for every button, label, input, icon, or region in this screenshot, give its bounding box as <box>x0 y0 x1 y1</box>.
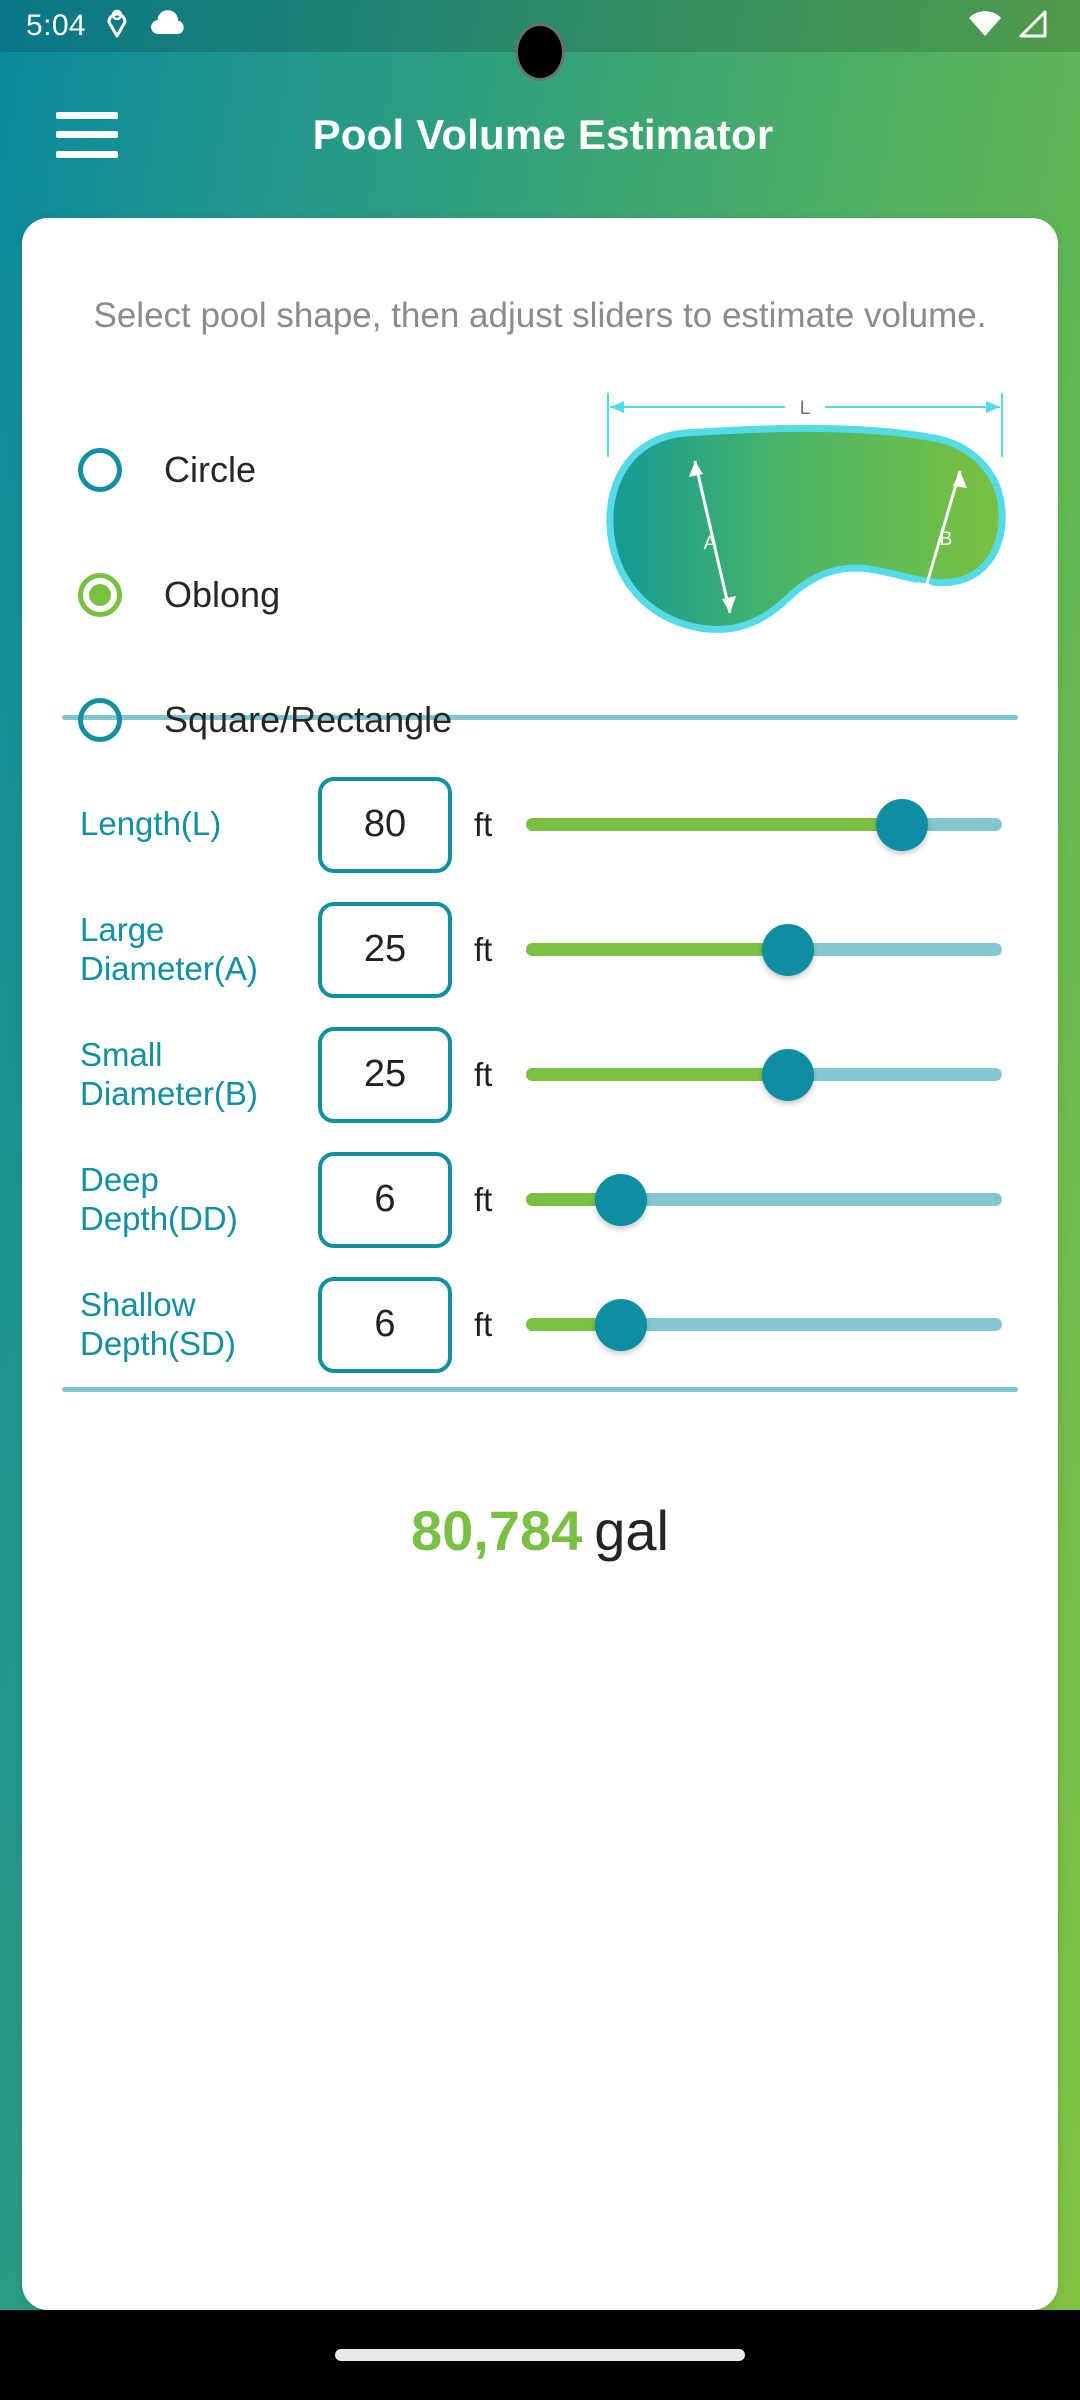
shape-radio-group: Circle Oblong Square/Rectangle <box>78 407 548 782</box>
input-unit-large-diameter: ft <box>474 930 493 968</box>
shape-selector-section: Circle Oblong Square/Rectangle L A B <box>22 377 1058 742</box>
status-bar-left: 5:04 <box>26 9 188 44</box>
slider-small-diameter[interactable] <box>526 1045 1002 1105</box>
radio-circle-icon <box>78 572 122 617</box>
slider-fill-small-diameter <box>526 1068 788 1082</box>
cloud-icon <box>148 9 188 43</box>
cellular-signal-icon <box>1016 10 1048 43</box>
slider-track-deep-depth[interactable] <box>526 1173 1002 1226</box>
diagram-label-length: L <box>800 398 811 419</box>
input-label-large-diameter: Large Diameter(A) <box>80 910 258 987</box>
input-value-large-diameter: 25 <box>363 928 407 971</box>
radio-option-oblong[interactable]: Oblong <box>78 532 548 657</box>
status-bar-right <box>968 10 1054 43</box>
inputs-section: Length(L) 80 ft LargeDiameter(A) 25 ft <box>22 720 1058 1387</box>
slider-thumb-shallow-depth[interactable] <box>595 1298 648 1351</box>
slider-fill-length <box>526 818 903 832</box>
input-label-length: Length(L) <box>80 805 222 843</box>
slider-track-small-diameter[interactable] <box>526 1048 1002 1101</box>
slider-large-diameter[interactable] <box>526 920 1002 980</box>
slider-track-large-diameter[interactable] <box>526 923 1002 976</box>
system-navigation-bar <box>0 2310 1080 2400</box>
slider-shallow-depth[interactable] <box>526 1295 1002 1355</box>
slider-track-shallow-depth[interactable] <box>526 1298 1002 1351</box>
input-value-shallow-depth: 6 <box>374 1303 396 1346</box>
instruction-text: Select pool shape, then adjust sliders t… <box>93 296 987 335</box>
input-row-small-diameter: Small Diameter(B) 25 ft <box>22 1012 1058 1137</box>
radio-label-oblong: Oblong <box>164 573 281 615</box>
radio-circle-icon <box>78 447 122 492</box>
radio-option-square-rectangle[interactable]: Square/Rectangle <box>78 657 548 782</box>
location-pin-icon <box>104 9 130 44</box>
diagram-label-small-diameter: B <box>940 529 953 550</box>
slider-length[interactable] <box>526 795 1002 855</box>
input-unit-small-diameter: ft <box>474 1055 493 1093</box>
input-row-large-diameter: Large Diameter(A) 25 ft <box>22 887 1058 1012</box>
input-row-deep-depth: Deep Depth(DD) 6 ft <box>22 1137 1058 1262</box>
status-bar-clock: 5:04 <box>26 9 86 42</box>
input-unit-deep-depth: ft <box>474 1180 493 1218</box>
oblong-pool-shape-diagram: L A B <box>590 385 1020 675</box>
slider-thumb-large-diameter[interactable] <box>761 923 814 976</box>
result-display: 80,784 gal <box>22 1498 1058 1563</box>
main-card: Select pool shape, then adjust sliders t… <box>22 218 1058 2310</box>
wifi-icon <box>968 10 1002 43</box>
input-field-shallow-depth[interactable]: 6 <box>318 1276 452 1373</box>
input-field-deep-depth[interactable]: 6 <box>318 1151 452 1248</box>
diagram-label-large-diameter: A <box>704 533 717 554</box>
page-title: Pool Volume Estimator <box>312 110 774 158</box>
radio-label-square-rectangle: Square/Rectangle <box>164 698 453 740</box>
camera-cutout <box>518 26 562 78</box>
input-unit-length: ft <box>474 805 493 843</box>
input-row-shallow-depth: Shallow Depth(SD) 6 ft <box>22 1262 1058 1387</box>
input-value-length: 80 <box>363 803 407 846</box>
input-field-small-diameter[interactable]: 25 <box>318 1026 452 1123</box>
input-label-small-diameter: Small Diameter(B) <box>80 1035 258 1112</box>
input-field-length[interactable]: 80 <box>318 776 452 873</box>
phone-screen: 5:04 Pool Volume Estimator Select pool s… <box>0 0 1080 2400</box>
input-unit-shallow-depth: ft <box>474 1305 493 1343</box>
slider-thumb-deep-depth[interactable] <box>595 1173 648 1226</box>
input-label-deep-depth: Deep Depth(DD) <box>80 1160 238 1237</box>
divider-bottom <box>62 1387 1018 1393</box>
radio-circle-icon <box>78 697 122 742</box>
slider-deep-depth[interactable] <box>526 1170 1002 1230</box>
slider-track-length[interactable] <box>526 798 1002 851</box>
input-value-deep-depth: 6 <box>374 1178 396 1221</box>
gesture-home-pill[interactable] <box>335 2349 745 2361</box>
slider-thumb-small-diameter[interactable] <box>761 1048 814 1101</box>
input-field-large-diameter[interactable]: 25 <box>318 901 452 998</box>
result-unit: gal <box>594 1499 669 1563</box>
hamburger-menu-icon[interactable] <box>56 111 118 158</box>
input-label-shallow-depth: Shallow Depth(SD) <box>80 1285 236 1362</box>
radio-option-circle[interactable]: Circle <box>78 407 548 532</box>
radio-label-circle: Circle <box>164 448 257 490</box>
result-value: 80,784 <box>410 1499 583 1563</box>
input-value-small-diameter: 25 <box>363 1053 407 1096</box>
slider-thumb-length[interactable] <box>876 798 929 851</box>
slider-fill-large-diameter <box>526 943 788 957</box>
